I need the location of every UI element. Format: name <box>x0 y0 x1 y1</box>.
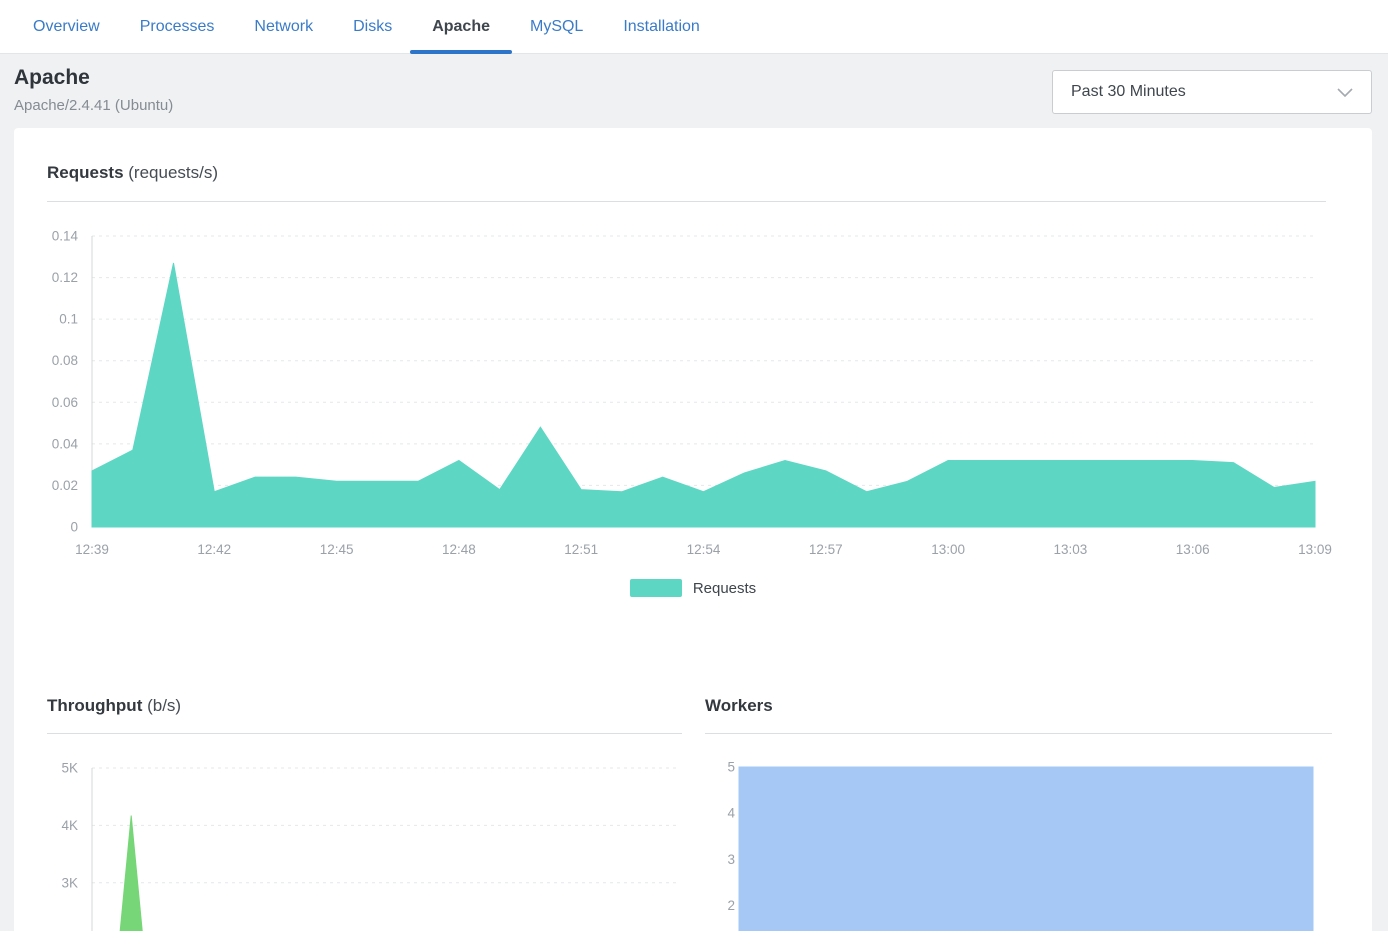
tab-disks[interactable]: Disks <box>353 0 392 53</box>
requests-chart: 0.14 0.12 0.1 0.08 0.06 0.04 0.02 0 12:39 12:42 12… <box>40 220 1340 570</box>
x-tick-label: 12:57 <box>809 542 843 557</box>
x-tick-label: 12:42 <box>197 542 231 557</box>
y-tick-label: 4 <box>727 806 735 821</box>
requests-chart-unit: (requests/s) <box>128 163 218 182</box>
y-tick-label: 3K <box>61 875 78 890</box>
chevron-down-icon <box>1337 88 1353 97</box>
y-tick-label: 0.06 <box>52 395 78 410</box>
requests-title-rule <box>47 201 1326 202</box>
x-tick-label: 12:45 <box>320 542 354 557</box>
tab-installation[interactable]: Installation <box>623 0 700 53</box>
time-range-value: Past 30 Minutes <box>1071 83 1337 101</box>
x-tick-label: 12:39 <box>75 542 109 557</box>
requests-legend: Requests <box>14 577 1372 599</box>
x-tick-label: 13:03 <box>1054 542 1088 557</box>
page: Overview Processes Network Disks Apache … <box>0 0 1388 931</box>
y-tick-label: 0.02 <box>52 478 78 493</box>
tab-label: Processes <box>140 18 215 36</box>
requests-chart-title: Requests (requests/s) <box>47 163 218 183</box>
x-tick-label: 13:09 <box>1298 542 1332 557</box>
y-tick-label: 5K <box>61 761 78 776</box>
tab-processes[interactable]: Processes <box>140 0 215 53</box>
tab-apache[interactable]: Apache <box>432 0 490 53</box>
tab-label: Apache <box>432 18 490 36</box>
tab-mysql[interactable]: MySQL <box>530 0 583 53</box>
y-tick-label: 0.04 <box>52 436 79 451</box>
y-tick-label: 0.08 <box>52 353 78 368</box>
y-tick-label: 4K <box>61 818 78 833</box>
throughput-chart: 5K 4K 3K <box>38 745 698 931</box>
requests-legend-swatch <box>630 579 682 597</box>
throughput-chart-unit: (b/s) <box>147 696 181 715</box>
throughput-chart-title-text: Throughput <box>47 696 142 715</box>
tab-label: MySQL <box>530 18 583 36</box>
time-range-select[interactable]: Past 30 Minutes <box>1052 70 1372 114</box>
tab-bar: Overview Processes Network Disks Apache … <box>0 0 1388 54</box>
throughput-title-rule <box>47 733 682 734</box>
workers-chart-title: Workers <box>705 696 773 716</box>
tab-label: Disks <box>353 18 392 36</box>
requests-chart-title-text: Requests <box>47 163 124 182</box>
tab-label: Installation <box>623 18 700 36</box>
requests-area-series <box>92 263 1315 527</box>
y-tick-label: 0 <box>70 520 78 535</box>
y-tick-label: 0.12 <box>52 270 78 285</box>
tab-overview[interactable]: Overview <box>33 0 100 53</box>
y-tick-label: 3 <box>727 852 735 867</box>
x-tick-label: 12:54 <box>687 542 721 557</box>
y-tick-label: 5 <box>727 760 735 775</box>
throughput-chart-title: Throughput (b/s) <box>47 696 181 716</box>
content-card: Requests (requests/s) 0.14 0.12 0.1 0.08 0.0… <box>14 128 1372 931</box>
page-subtitle: Apache/2.4.41 (Ubuntu) <box>14 97 173 114</box>
x-tick-label: 12:48 <box>442 542 476 557</box>
y-tick-label: 2 <box>727 898 735 913</box>
x-tick-label: 13:00 <box>931 542 965 557</box>
tab-network[interactable]: Network <box>254 0 313 53</box>
x-tick-label: 13:06 <box>1176 542 1210 557</box>
active-tab-underline <box>410 50 512 54</box>
throughput-area-series <box>92 816 680 931</box>
page-header: Apache Apache/2.4.41 (Ubuntu) Past 30 Mi… <box>0 55 1388 128</box>
gridlines <box>92 768 680 883</box>
workers-chart-title-text: Workers <box>705 696 773 715</box>
tab-label: Network <box>254 18 313 36</box>
y-tick-label: 0.1 <box>59 312 78 327</box>
tab-label: Overview <box>33 18 100 36</box>
page-title: Apache <box>14 66 90 90</box>
x-tick-label: 12:51 <box>564 542 598 557</box>
workers-chart: 5 4 3 2 <box>690 745 1370 931</box>
y-tick-label: 0.14 <box>52 229 79 244</box>
workers-title-rule <box>705 733 1332 734</box>
workers-area-series <box>739 767 1313 931</box>
requests-legend-label: Requests <box>693 580 756 597</box>
